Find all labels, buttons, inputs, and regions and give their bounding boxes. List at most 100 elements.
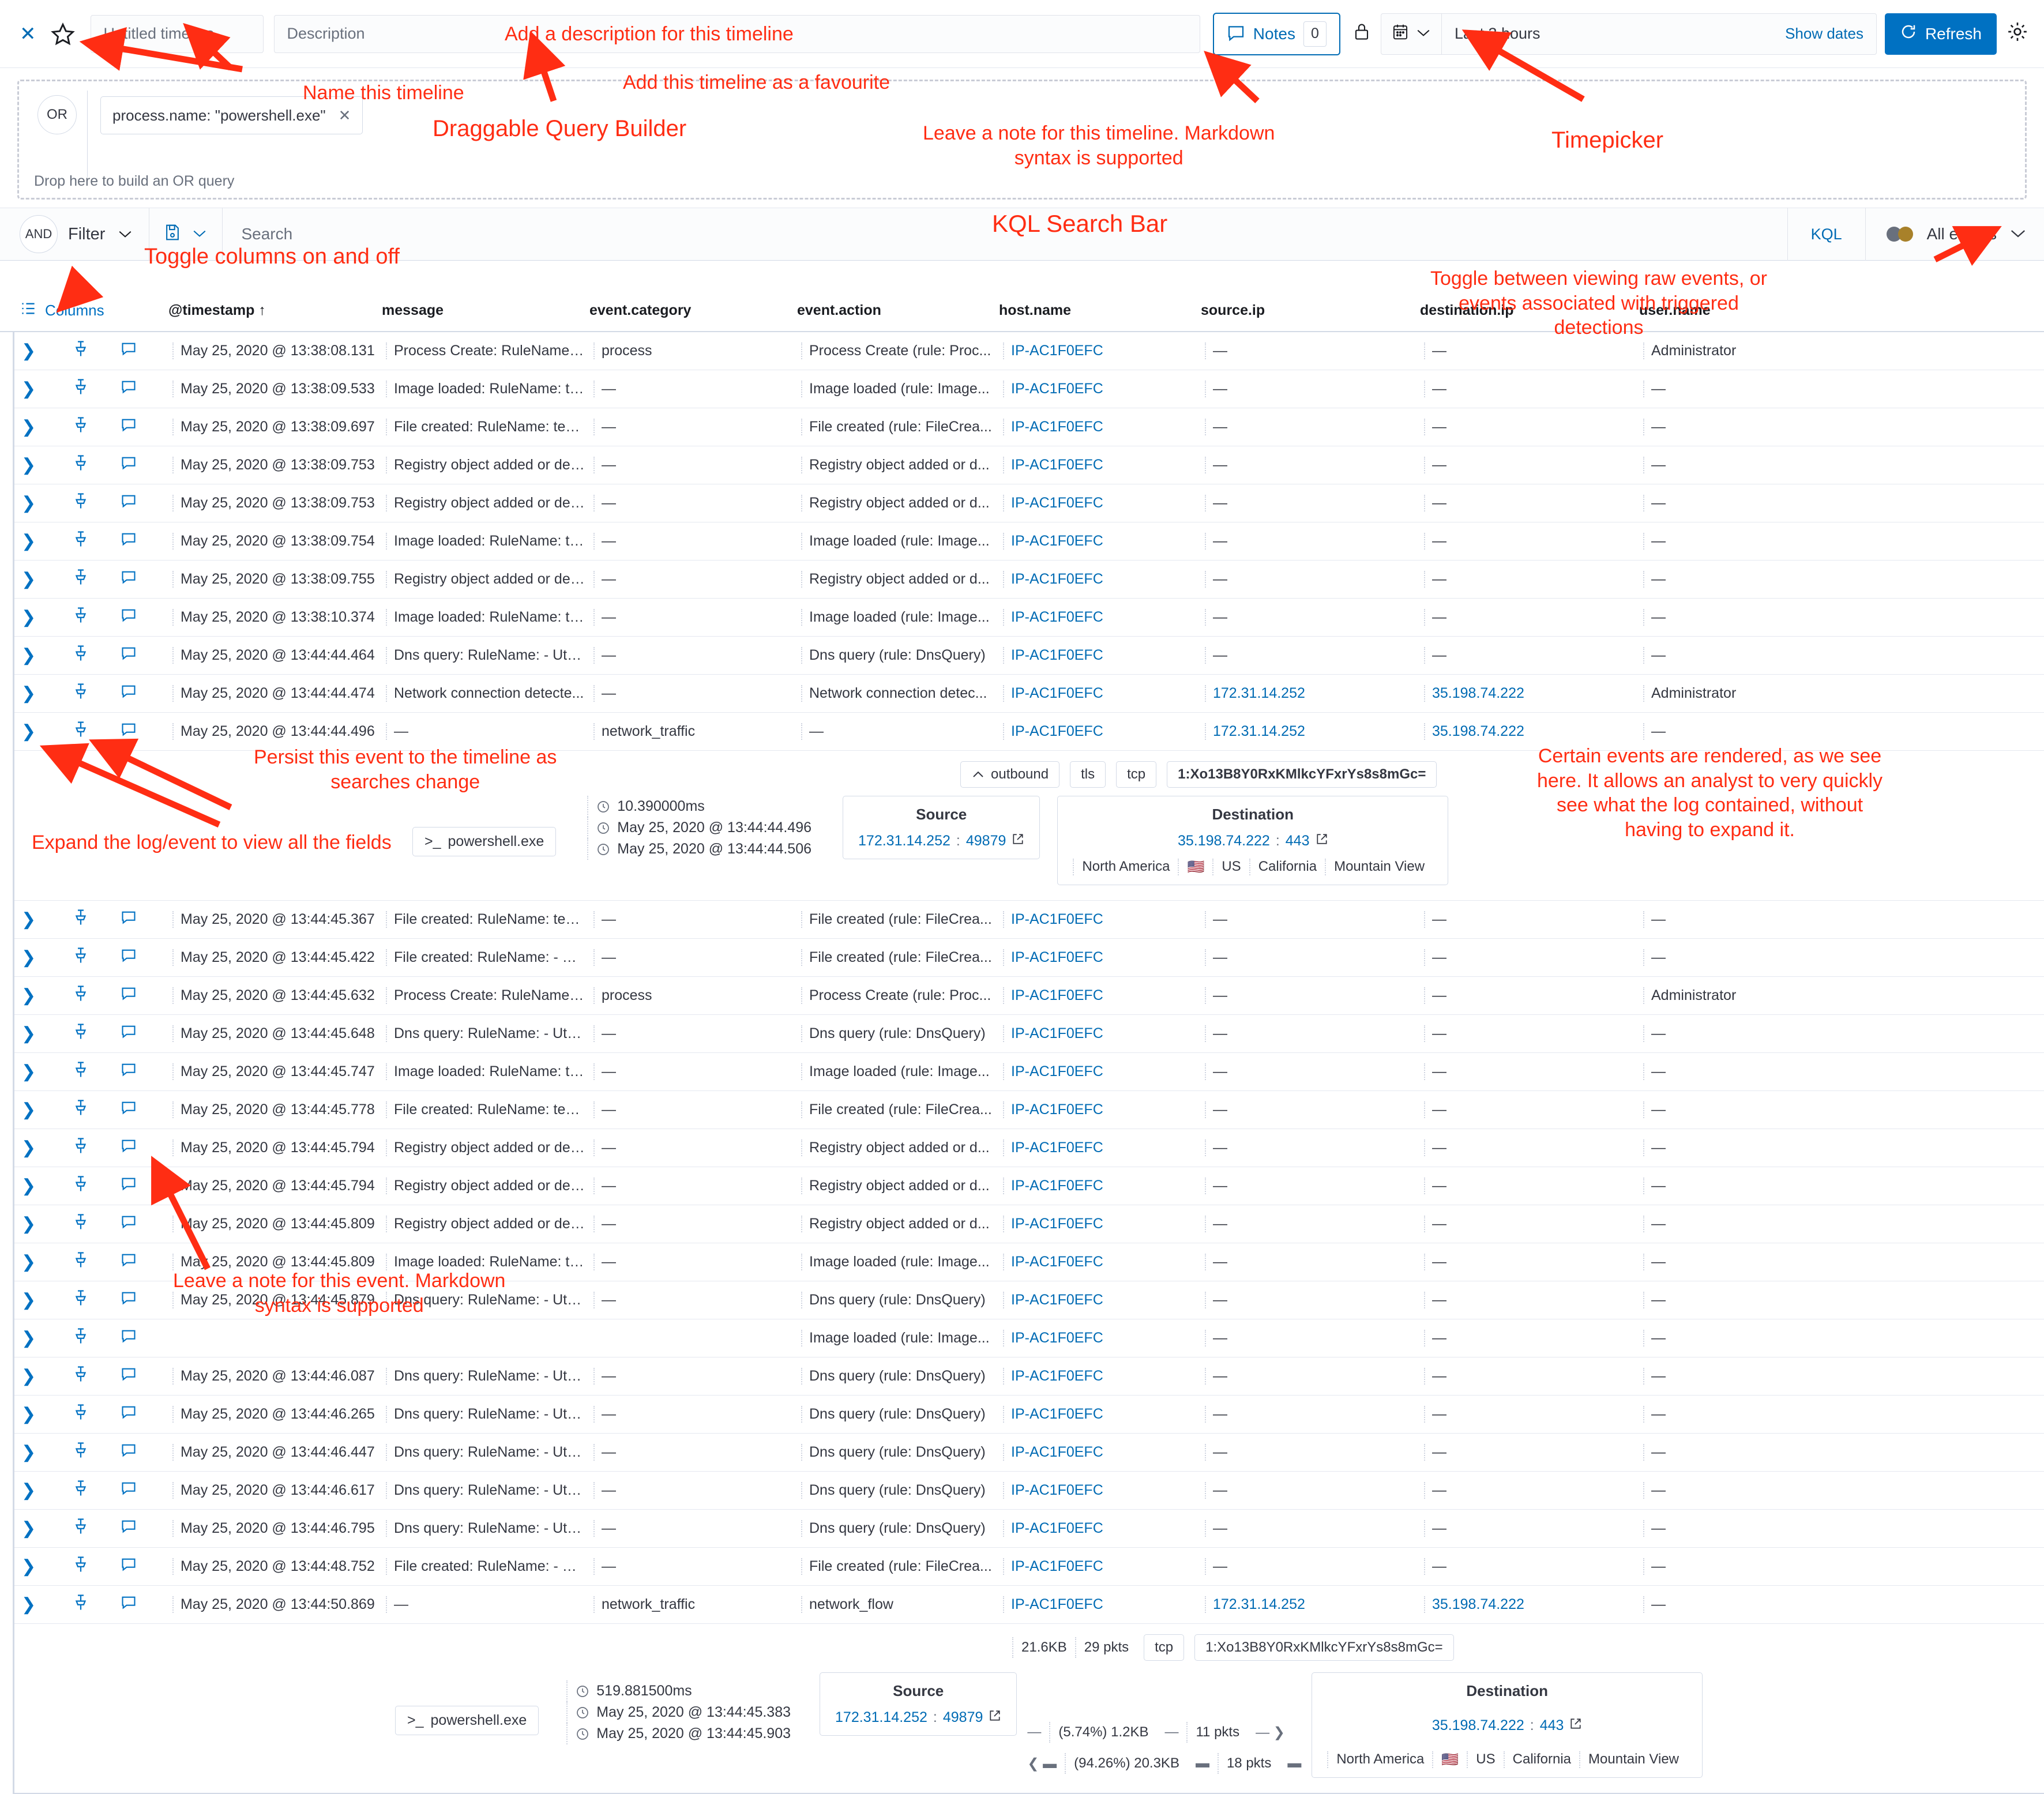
columns-toggle-button[interactable]: Columns <box>20 301 168 320</box>
community-id-chip[interactable]: 1:Xo13B8Y0RxKMlkcYFxrYs8s8mGc= <box>1167 761 1437 788</box>
pin-event-button[interactable] <box>73 1480 121 1501</box>
add-note-button[interactable] <box>121 494 172 513</box>
geo-city[interactable]: Mountain View <box>1325 859 1433 875</box>
cell-host-name[interactable]: IP-AC1F0EFC <box>1003 1254 1205 1270</box>
cell-destination-ip[interactable]: — <box>1424 1216 1643 1232</box>
source-ip-link[interactable]: 172.31.14.252 <box>858 833 950 849</box>
expand-row-button[interactable]: ❯ <box>21 645 73 665</box>
pin-event-button[interactable] <box>73 531 121 552</box>
table-row[interactable]: ❯ May 25, 2020 @ 13:38:10.374 Image loaded… <box>14 599 2044 637</box>
cell-destination-ip[interactable]: — <box>1424 1558 1643 1575</box>
add-note-button[interactable] <box>121 379 172 398</box>
cell-source-ip[interactable]: 172.31.14.252 <box>1205 1596 1424 1613</box>
table-row[interactable]: ❯ May 25, 2020 @ 13:44:45.367 File created… <box>14 901 2044 939</box>
timepicker-value[interactable]: Last 3 hours <box>1442 25 1772 43</box>
cell-source-ip[interactable]: — <box>1205 1139 1424 1156</box>
cell-destination-ip[interactable]: — <box>1424 1101 1643 1118</box>
cell-source-ip[interactable]: — <box>1205 419 1424 435</box>
table-row[interactable]: ❯ May 25, 2020 @ 13:44:45.809 Registry obj… <box>14 1205 2044 1243</box>
pin-event-button[interactable] <box>73 607 121 628</box>
cell-destination-ip[interactable]: — <box>1424 533 1643 550</box>
add-note-button[interactable] <box>121 1519 172 1538</box>
external-link-icon[interactable] <box>989 1709 1001 1726</box>
timepicker-calendar-button[interactable] <box>1381 13 1442 54</box>
geo-country[interactable]: US <box>1467 1751 1503 1768</box>
saved-query-button[interactable] <box>149 223 222 246</box>
add-note-button[interactable] <box>121 608 172 627</box>
table-row[interactable]: ❯ May 25, 2020 @ 13:44:44.474 Network conn… <box>14 675 2044 713</box>
cell-destination-ip[interactable]: — <box>1424 419 1643 435</box>
cell-host-name[interactable]: IP-AC1F0EFC <box>1003 1596 1205 1613</box>
tls-chip[interactable]: tls <box>1070 761 1106 788</box>
cell-destination-ip[interactable]: 35.198.74.222 <box>1424 1596 1643 1613</box>
pin-event-button[interactable] <box>73 947 121 968</box>
cell-source-ip[interactable]: — <box>1205 1254 1424 1270</box>
add-note-button[interactable] <box>121 1595 172 1614</box>
cell-destination-ip[interactable]: — <box>1424 571 1643 588</box>
timeline-title-input[interactable]: Untitled timeline <box>90 14 264 53</box>
refresh-button[interactable]: Refresh <box>1884 13 1997 55</box>
query-language-button[interactable]: KQL <box>1788 225 1865 243</box>
expand-row-button[interactable]: ❯ <box>21 493 73 513</box>
network-direction-chip[interactable]: outbound <box>960 761 1060 788</box>
table-row[interactable]: ❯ May 25, 2020 @ 13:44:46.447 Dns query: R… <box>14 1434 2044 1472</box>
expand-row-button[interactable]: ❯ <box>21 1480 73 1500</box>
header-event-category[interactable]: event.category <box>589 302 797 319</box>
expand-row-button[interactable]: ❯ <box>21 1556 73 1577</box>
source-port-link[interactable]: 49879 <box>943 1709 983 1726</box>
cell-host-name[interactable]: IP-AC1F0EFC <box>1003 1139 1205 1156</box>
geo-country[interactable]: US <box>1212 859 1249 875</box>
table-row[interactable]: ❯ May 25, 2020 @ 13:44:45.809 Image loaded… <box>14 1243 2044 1281</box>
notes-button[interactable]: Notes 0 <box>1212 12 1340 55</box>
cell-destination-ip[interactable]: — <box>1424 911 1643 928</box>
timeline-description-input[interactable]: Description <box>273 14 1200 53</box>
source-port-link[interactable]: 49879 <box>966 833 1006 849</box>
pin-event-button[interactable] <box>73 1594 121 1615</box>
add-note-button[interactable] <box>121 1329 172 1348</box>
destination-ip-link[interactable]: 35.198.74.222 <box>1432 1717 1524 1734</box>
cell-source-ip[interactable]: — <box>1205 1063 1424 1080</box>
cell-source-ip[interactable]: — <box>1205 1330 1424 1347</box>
expand-row-button[interactable]: ❯ <box>21 531 73 551</box>
timepicker[interactable]: Last 3 hours Show dates <box>1380 13 1877 55</box>
cell-host-name[interactable]: IP-AC1F0EFC <box>1003 911 1205 928</box>
destination-port-link[interactable]: 443 <box>1286 833 1310 849</box>
transport-chip[interactable]: tcp <box>1144 1634 1185 1661</box>
geo-region[interactable]: California <box>1249 859 1325 875</box>
cell-destination-ip[interactable]: — <box>1424 949 1643 966</box>
pin-event-button[interactable] <box>73 1366 121 1387</box>
expand-row-button[interactable]: ❯ <box>21 683 73 704</box>
cell-destination-ip[interactable]: 35.198.74.222 <box>1424 723 1643 740</box>
header-source-ip[interactable]: source.ip <box>1201 302 1420 319</box>
expand-row-button[interactable]: ❯ <box>21 341 73 361</box>
expand-row-button[interactable]: ❯ <box>21 1328 73 1348</box>
pin-event-button[interactable] <box>73 1061 121 1082</box>
cell-host-name[interactable]: IP-AC1F0EFC <box>1003 987 1205 1004</box>
cell-source-ip[interactable]: — <box>1205 1025 1424 1042</box>
cell-host-name[interactable]: IP-AC1F0EFC <box>1003 533 1205 550</box>
pin-event-button[interactable] <box>73 721 121 742</box>
expand-row-button[interactable]: ❯ <box>21 1290 73 1310</box>
draggable-query-builder[interactable]: OR process.name: "powershell.exe" ✕ Drop… <box>17 80 2027 200</box>
cell-source-ip[interactable]: — <box>1205 1444 1424 1461</box>
or-operator-pill[interactable]: OR <box>37 95 77 134</box>
table-row[interactable]: ❯ May 25, 2020 @ 13:38:09.753 Registry obj… <box>14 446 2044 484</box>
pin-event-button[interactable] <box>73 1099 121 1120</box>
header-message[interactable]: message <box>382 302 589 319</box>
cell-source-ip[interactable]: — <box>1205 609 1424 626</box>
cell-host-name[interactable]: IP-AC1F0EFC <box>1003 1558 1205 1575</box>
process-chip[interactable]: >_ powershell.exe <box>412 827 557 856</box>
add-note-button[interactable] <box>121 1176 172 1195</box>
expand-row-button[interactable]: ❯ <box>21 1100 73 1120</box>
add-note-button[interactable] <box>121 1557 172 1576</box>
cell-host-name[interactable]: IP-AC1F0EFC <box>1003 381 1205 397</box>
add-note-button[interactable] <box>121 684 172 703</box>
cell-source-ip[interactable]: — <box>1205 1520 1424 1537</box>
cell-host-name[interactable]: IP-AC1F0EFC <box>1003 1520 1205 1537</box>
and-operator-pill[interactable]: AND <box>20 215 58 253</box>
pin-event-button[interactable] <box>73 1442 121 1463</box>
pin-event-button[interactable] <box>73 985 121 1006</box>
expand-row-button[interactable]: ❯ <box>21 569 73 589</box>
show-dates-button[interactable]: Show dates <box>1772 25 1876 43</box>
pin-event-button[interactable] <box>73 1251 121 1273</box>
